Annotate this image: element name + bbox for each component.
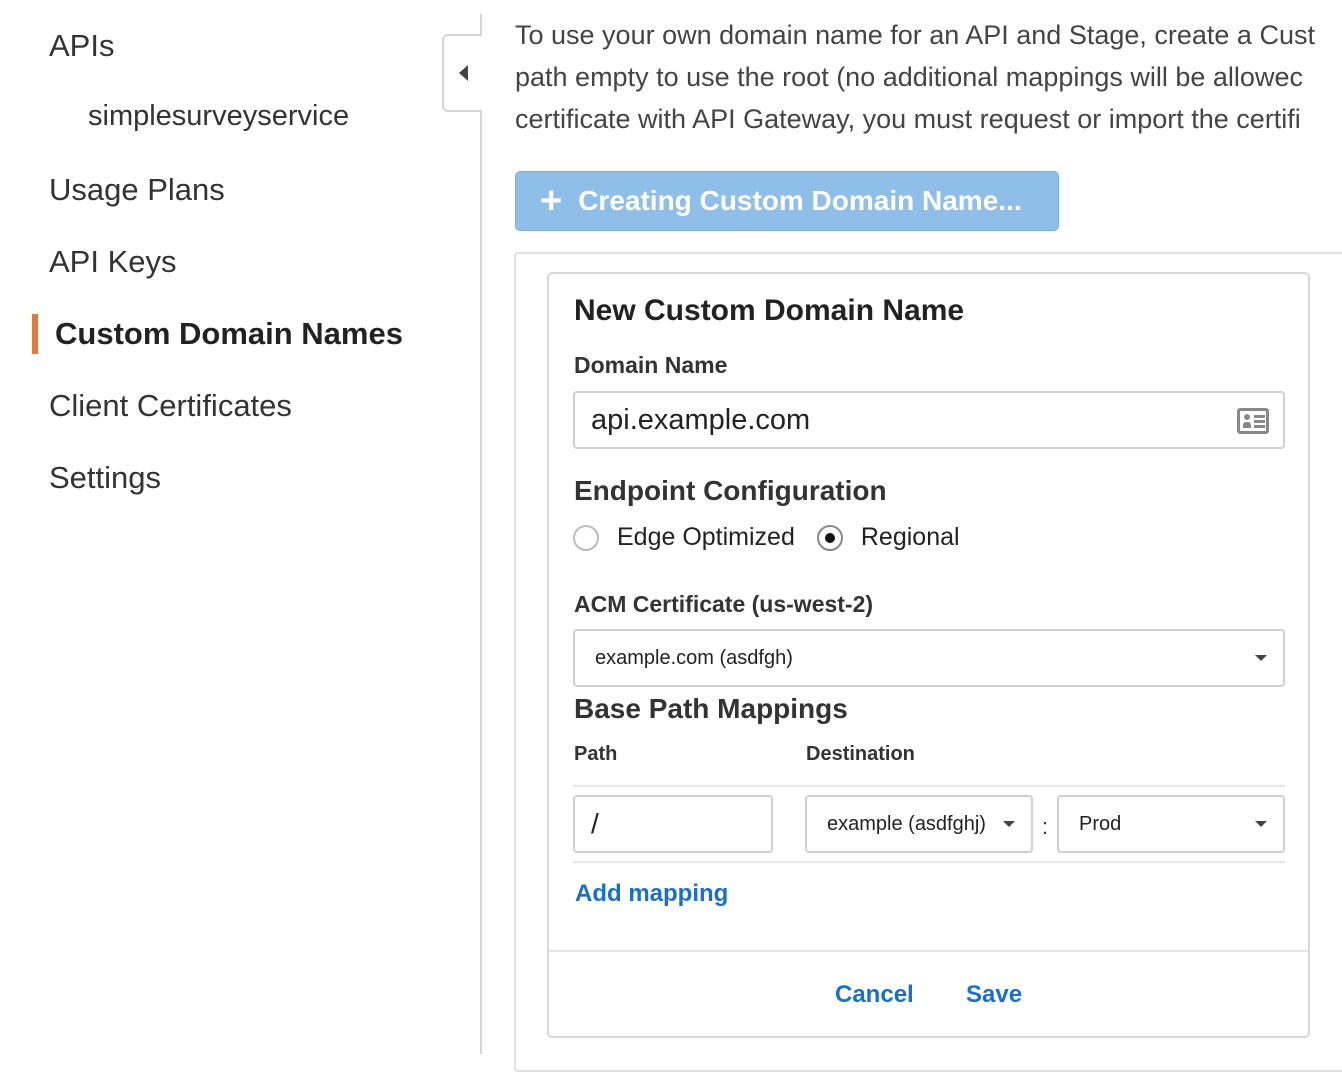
destination-api-select[interactable]: example (asdfghj)	[805, 795, 1033, 853]
save-button[interactable]: Save	[966, 981, 1022, 1009]
acm-certificate-label: ACM Certificate (us-west-2)	[574, 591, 874, 617]
create-button-label: Creating Custom Domain Name...	[578, 185, 1022, 216]
path-input[interactable]: /	[573, 795, 773, 853]
destination-api-value: example (asdfghj)	[827, 812, 986, 835]
sidebar-item-simplesurveyservice[interactable]: simplesurveyservice	[88, 100, 349, 133]
intro-line: To use your own domain name for an API a…	[515, 20, 1315, 50]
sidebar-nav: APIs simplesurveyservice Usage Plans API…	[0, 0, 480, 1054]
intro-text: To use your own domain name for an API a…	[515, 14, 1342, 140]
endpoint-radio-group: Edge Optimized Regional	[573, 523, 982, 552]
endpoint-config-title: Endpoint Configuration	[574, 475, 887, 506]
new-domain-form: New Custom Domain Name Domain Name api.e…	[547, 272, 1310, 1038]
edge-optimized-label[interactable]: Edge Optimized	[617, 523, 795, 552]
active-indicator	[32, 314, 38, 354]
sidebar-item-client-certificates[interactable]: Client Certificates	[49, 388, 292, 424]
regional-radio[interactable]	[816, 524, 843, 551]
domain-name-label: Domain Name	[574, 352, 728, 378]
intro-line: certificate with API Gateway, you must r…	[515, 104, 1301, 134]
collapse-sidebar-button[interactable]	[442, 34, 482, 112]
sidebar-item-usage-plans[interactable]: Usage Plans	[49, 172, 225, 208]
mapping-divider	[573, 785, 1285, 787]
sidebar-divider	[480, 14, 482, 1054]
form-title: New Custom Domain Name	[574, 294, 965, 327]
domain-name-input[interactable]: api.example.com	[573, 391, 1285, 449]
acm-certificate-select[interactable]: example.com (asdfgh)	[573, 629, 1285, 687]
destination-stage-value: Prod	[1079, 812, 1122, 835]
caret-down-icon	[1255, 655, 1267, 661]
add-mapping-link[interactable]: Add mapping	[575, 880, 728, 908]
intro-line: path empty to use the root (no additiona…	[515, 62, 1303, 92]
base-path-mappings-title: Base Path Mappings	[574, 693, 848, 724]
create-custom-domain-button[interactable]: + Creating Custom Domain Name...	[515, 171, 1059, 231]
path-column-header: Path	[574, 743, 618, 765]
chevron-left-icon	[458, 65, 468, 81]
plus-icon: +	[540, 180, 563, 222]
destination-column-header: Destination	[806, 743, 915, 765]
contact-card-icon	[1237, 408, 1269, 434]
caret-down-icon	[1003, 821, 1015, 827]
sidebar-item-settings[interactable]: Settings	[49, 460, 161, 496]
sidebar-item-custom-domain-names[interactable]: Custom Domain Names	[55, 316, 403, 352]
regional-label[interactable]: Regional	[861, 523, 960, 552]
acm-certificate-value: example.com (asdfgh)	[595, 646, 793, 669]
footer-divider	[549, 950, 1308, 952]
edge-optimized-radio[interactable]	[573, 524, 599, 551]
destination-stage-select[interactable]: Prod	[1057, 795, 1285, 853]
caret-down-icon	[1255, 821, 1267, 827]
path-value: /	[591, 808, 599, 839]
domain-name-value: api.example.com	[591, 403, 811, 436]
sidebar-item-api-keys[interactable]: API Keys	[49, 244, 177, 280]
mapping-separator: :	[1042, 814, 1049, 839]
sidebar-item-apis[interactable]: APIs	[49, 28, 114, 64]
mapping-divider	[573, 861, 1285, 863]
cancel-button[interactable]: Cancel	[835, 981, 914, 1009]
